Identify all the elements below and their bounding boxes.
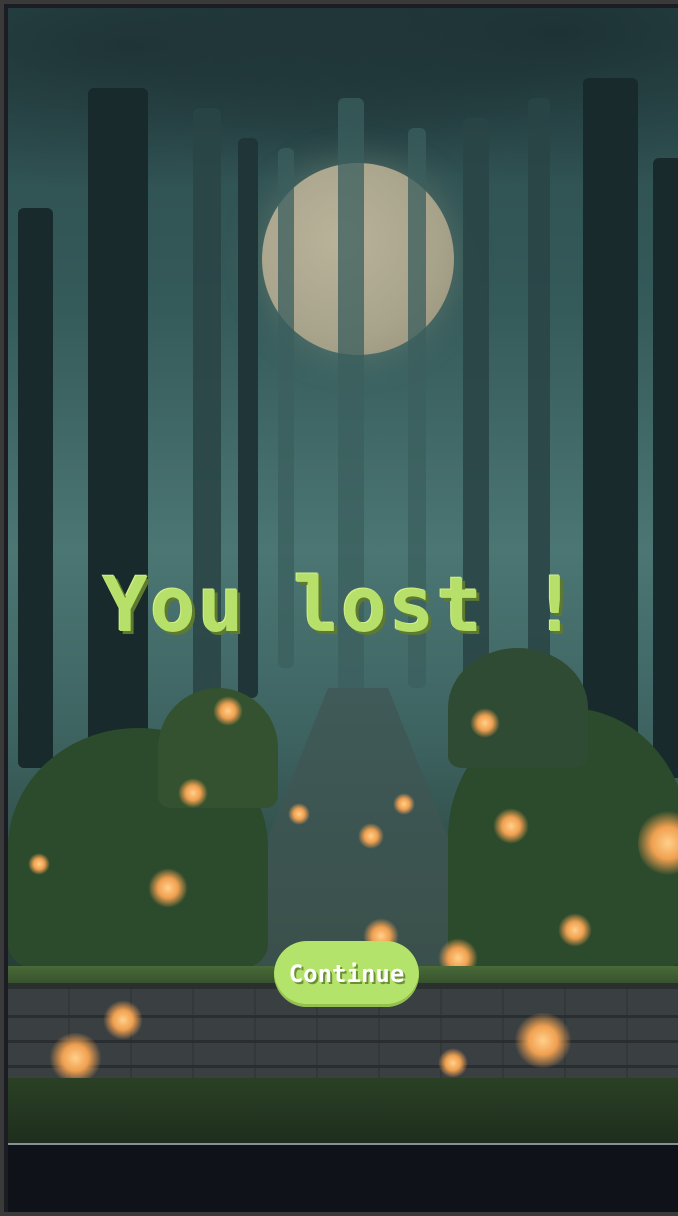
ground-grass bbox=[8, 1078, 678, 1148]
firefly-glow bbox=[558, 913, 592, 947]
tree-near bbox=[653, 158, 678, 778]
tree-near bbox=[88, 88, 148, 788]
dark-base-strip bbox=[8, 1143, 678, 1212]
firefly-glow bbox=[493, 808, 529, 844]
firefly-glow bbox=[148, 868, 188, 908]
foliage bbox=[448, 648, 588, 768]
game-over-title: You lost ! bbox=[102, 560, 580, 649]
mushroom-glow bbox=[513, 1013, 573, 1068]
mushroom-glow bbox=[438, 1048, 468, 1078]
tree-near bbox=[583, 78, 638, 778]
firefly-glow bbox=[470, 708, 500, 738]
mushroom-glow bbox=[103, 1000, 143, 1040]
mushroom-glow bbox=[48, 1033, 103, 1083]
game-frame: You lost ! Continue bbox=[0, 0, 678, 1216]
tree-near bbox=[18, 208, 53, 768]
firefly-glow bbox=[213, 696, 243, 726]
continue-button[interactable]: Continue bbox=[274, 941, 419, 1007]
firefly-glow bbox=[178, 778, 208, 808]
firefly-glow bbox=[358, 823, 384, 849]
firefly-glow bbox=[288, 803, 310, 825]
firefly-glow bbox=[393, 793, 415, 815]
firefly-glow bbox=[28, 853, 50, 875]
